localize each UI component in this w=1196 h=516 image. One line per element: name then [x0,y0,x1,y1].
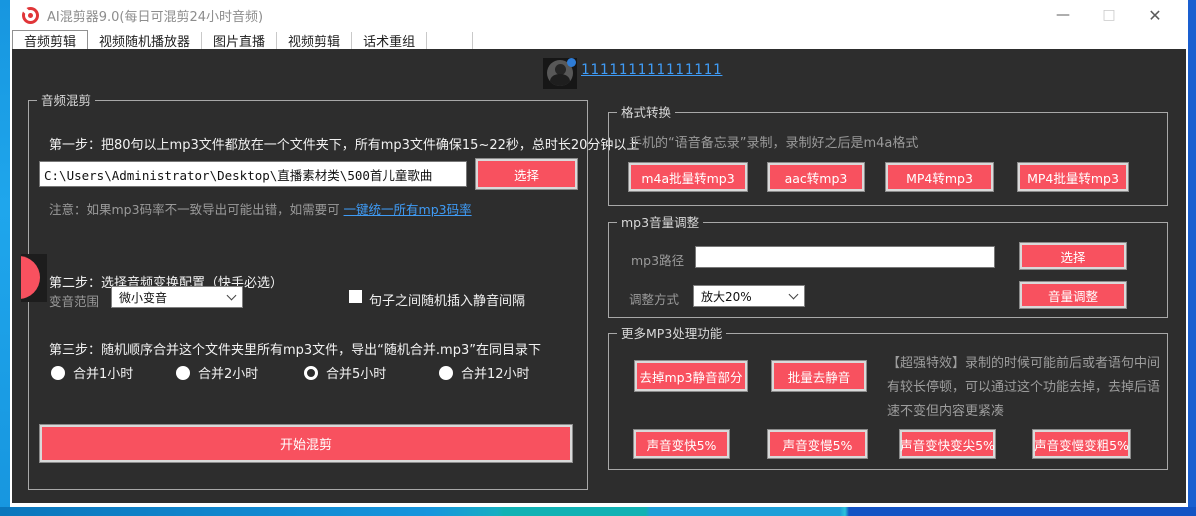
tab-bar: 音频剪辑 视频随机播放器 图片直播 视频剪辑 话术重组 [10,30,1188,49]
start-mix-button[interactable]: 开始混剪 [40,425,572,462]
tab-audio-edit[interactable]: 音频剪辑 [12,30,88,49]
adjust-mode-label: 调整方式 [629,289,679,308]
remove-mp3-silence-button[interactable]: 去掉mp3静音部分 [635,361,747,391]
volume-adjust-button[interactable]: 音量调整 [1020,282,1126,308]
taskbar-strip [0,507,1196,516]
merge-option-5h[interactable]: 合并5小时 [304,363,386,382]
voice-range-value: 微小变音 [119,289,167,306]
radio-icon[interactable] [439,366,453,380]
voice-range-label: 变音范围 [49,291,99,310]
batch-remove-silence-button[interactable]: 批量去静音 [772,361,866,391]
volume-adjust-group-title: mp3音量调整 [617,214,703,231]
bitrate-note: 注意：如果mp3码率不一致导出可能出错，如需要可 一键统一所有mp3码率 [49,199,472,218]
close-button[interactable]: ✕ [1132,0,1178,30]
silence-gap-label: 句子之间随机插入静音间隔 [369,290,525,309]
more-functions-group: 更多MP3处理功能 去掉mp3静音部分 批量去静音 【超强特效】录制的时候可能前… [608,333,1168,470]
window-controls: — □ ✕ [1040,0,1178,30]
m4a-batch-to-mp3-button[interactable]: m4a批量转mp3 [629,163,747,191]
title-bar: AI混剪器9.0(每日可混剪24小时音频) — □ ✕ [10,0,1188,30]
tab-script-remix[interactable]: 话术重组 [352,32,427,49]
volume-adjust-group: mp3音量调整 mp3路径 选择 调整方式 放大20% 音量调整 [608,222,1168,318]
maximize-button[interactable]: □ [1086,0,1132,30]
silence-gap-checkbox[interactable] [349,290,362,303]
chevron-down-icon [227,290,237,300]
tab-video-edit[interactable]: 视频剪辑 [277,32,352,49]
app-logo-icon [22,7,39,24]
radio-icon[interactable] [304,366,318,380]
audio-mix-group-title: 音频混剪 [37,92,95,109]
radio-icon[interactable] [51,366,65,380]
faster-sharper-5-button[interactable]: 声音变快变尖5% [900,430,995,458]
merge-option-2h[interactable]: 合并2小时 [176,363,258,382]
tab-video-random-player[interactable]: 视频随机播放器 [88,32,202,49]
mp4-batch-to-mp3-button[interactable]: MP4批量转mp3 [1018,163,1128,191]
merge-option-1h[interactable]: 合并1小时 [51,363,133,382]
format-convert-group-title: 格式转换 [617,104,675,121]
adjust-mode-value: 放大20% [701,288,752,305]
window-title: AI混剪器9.0(每日可混剪24小时音频) [47,6,263,25]
format-convert-hint: 手机的“语音备忘录”录制，录制好之后是m4a格式 [629,132,918,151]
desktop-background-right [1188,0,1196,516]
mp3-path-input[interactable] [695,246,995,268]
super-effect-note: 【超强特效】录制的时候可能前后或者语句中间有较长停顿，可以通过这个功能去掉，去掉… [887,352,1165,424]
merge-option-12h[interactable]: 合并12小时 [439,363,530,382]
red-ball-decoration [21,254,47,302]
minimize-button[interactable]: — [1040,0,1086,30]
aac-to-mp3-button[interactable]: aac转mp3 [768,163,864,191]
adjust-mode-dropdown[interactable]: 放大20% [693,285,805,307]
speed-up-5-button[interactable]: 声音变快5% [634,430,729,458]
more-functions-group-title: 更多MP3处理功能 [617,325,726,342]
bitrate-note-text: 注意：如果mp3码率不一致导出可能出错，如需要可 [49,202,344,217]
slow-down-5-button[interactable]: 声音变慢5% [768,430,867,458]
avatar[interactable] [543,58,577,89]
unify-bitrate-link[interactable]: 一键统一所有mp3码率 [344,202,472,217]
tab-empty-stub [427,32,473,49]
volume-choose-button[interactable]: 选择 [1020,243,1126,269]
main-panel: 111111111111111 音频混剪 第一步：把80句以上mp3文件都放在一… [12,49,1186,503]
mp4-to-mp3-button[interactable]: MP4转mp3 [886,163,993,191]
mp3-folder-path-input[interactable] [39,161,467,187]
voice-range-dropdown[interactable]: 微小变音 [111,286,243,308]
radio-icon[interactable] [176,366,190,380]
tab-image-live[interactable]: 图片直播 [202,32,277,49]
slower-deeper-5-button[interactable]: 声音变慢变粗5% [1033,430,1130,458]
user-id-link[interactable]: 111111111111111 [581,62,722,78]
step3-text: 第三步：随机顺序合并这个文件夹里所有mp3文件，导出“随机合并.mp3”在同目录… [49,339,541,358]
choose-folder-button[interactable]: 选择 [476,159,577,189]
step1-text: 第一步：把80句以上mp3文件都放在一个文件夹下，所有mp3文件确保15~22秒… [49,134,639,153]
app-window: AI混剪器9.0(每日可混剪24小时音频) — □ ✕ 音频剪辑 视频随机播放器… [10,0,1188,507]
audio-mix-group: 音频混剪 第一步：把80句以上mp3文件都放在一个文件夹下，所有mp3文件确保1… [28,100,588,490]
chevron-down-icon [789,289,799,299]
avatar-badge-icon [567,58,576,67]
mp3-path-label: mp3路径 [631,250,684,269]
desktop-background-left [0,0,10,516]
format-convert-group: 格式转换 手机的“语音备忘录”录制，录制好之后是m4a格式 m4a批量转mp3 … [608,112,1168,206]
